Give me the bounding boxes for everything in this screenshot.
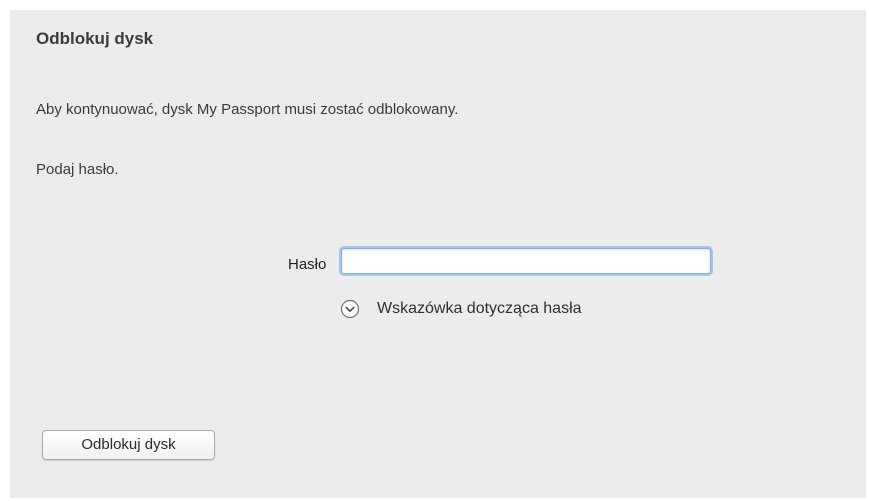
password-input[interactable] xyxy=(341,248,711,274)
password-hint-label: Wskazówka dotycząca hasła xyxy=(377,300,582,317)
dialog-title: Odblokuj dysk xyxy=(36,29,154,48)
unlock-drive-dialog: Odblokuj dysk Aby kontynuować, dysk My P… xyxy=(10,10,866,498)
chevron-down-circle-icon xyxy=(340,299,360,319)
unlock-message: Aby kontynuować, dysk My Passport musi z… xyxy=(36,101,459,118)
password-hint-toggle[interactable]: Wskazówka dotycząca hasła xyxy=(340,297,582,321)
unlock-drive-button[interactable]: Odblokuj dysk xyxy=(42,430,215,460)
password-label: Hasło xyxy=(288,256,327,273)
password-prompt: Podaj hasło. xyxy=(36,161,119,178)
